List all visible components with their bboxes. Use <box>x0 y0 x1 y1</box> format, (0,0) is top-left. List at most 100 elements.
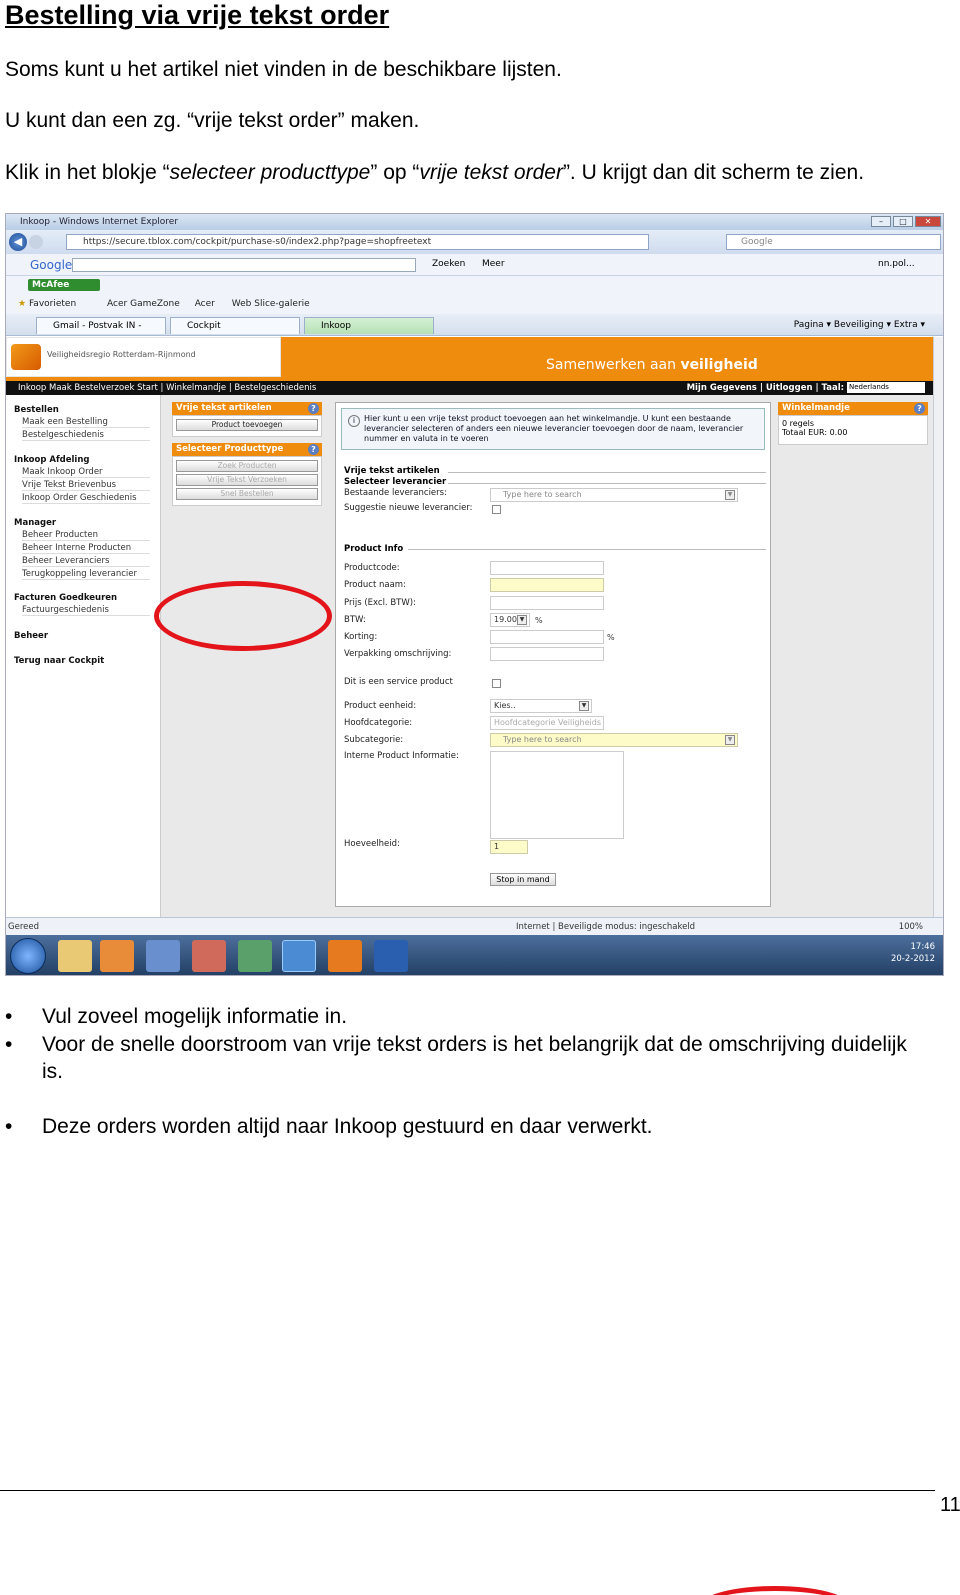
clock-date: 20-2-2012 <box>891 954 935 964</box>
subcategorie-search-placeholder: Type here to search <box>503 735 582 744</box>
ie-search-box[interactable]: Google <box>726 234 941 250</box>
meer-button[interactable]: Meer <box>482 259 505 269</box>
mcafee-button[interactable]: McAfee <box>28 279 100 291</box>
logo-mark <box>11 344 41 370</box>
menu-item[interactable]: Terugkoppeling leverancier <box>22 569 150 580</box>
start-button-icon[interactable] <box>10 938 46 974</box>
cart-totaal: Totaal EUR: 0.00 <box>782 428 848 437</box>
menu-head-beheer[interactable]: Beheer <box>14 631 48 641</box>
help-icon[interactable]: ? <box>914 403 925 414</box>
paint-icon[interactable] <box>192 940 226 972</box>
prijs-input[interactable] <box>490 596 604 610</box>
intro-line-3-d: vrije tekst order <box>419 161 563 184</box>
chevron-down-icon[interactable]: ▼ <box>579 701 589 711</box>
leverancier-search[interactable]: Type here to search ▼ <box>490 488 738 502</box>
menu-head-manager[interactable]: Manager <box>14 518 56 528</box>
btw-percent: % <box>535 616 543 625</box>
star-icon: ★ <box>18 299 27 309</box>
verpakking-input[interactable] <box>490 647 604 661</box>
menu-item[interactable]: Beheer Producten <box>22 530 150 541</box>
address-row: ◀ https://secure.tblox.com/cockpit/purch… <box>6 230 943 254</box>
google-search-input[interactable] <box>72 258 416 272</box>
fav-item-2[interactable]: Acer <box>195 299 215 309</box>
productcode-input[interactable] <box>490 561 604 575</box>
firefox-icon[interactable] <box>328 940 362 972</box>
forward-icon[interactable] <box>29 235 43 249</box>
close-icon[interactable]: ✕ <box>915 216 941 227</box>
menu-item[interactable]: Beheer Interne Producten <box>22 543 150 554</box>
back-icon[interactable]: ◀ <box>9 233 27 251</box>
stop-in-mand-button[interactable]: Stop in mand <box>490 873 556 886</box>
vrije-tekst-verzoeken-button[interactable]: Vrije Tekst Verzoeken <box>176 474 318 486</box>
btw-select[interactable]: 19.00 ▼ <box>490 613 530 627</box>
maximize-icon[interactable]: □ <box>893 216 913 227</box>
hoeveelheid-input[interactable]: 1 <box>490 840 528 854</box>
status-text: Gereed <box>8 922 39 932</box>
breadcrumb[interactable]: Inkoop Maak Bestelverzoek Start | Winkel… <box>18 381 316 395</box>
section-product-info: Product Info <box>344 544 404 554</box>
slogan-pre: Samenwerken aan <box>546 357 681 373</box>
menu-item[interactable]: Factuurgeschiedenis <box>22 605 150 616</box>
command-bar[interactable]: Pagina ▾ Beveiliging ▾ Extra ▾ <box>794 317 925 334</box>
divider <box>408 549 766 550</box>
subcategorie-search[interactable]: Type here to search ▼ <box>490 733 738 747</box>
suggestie-checkbox[interactable] <box>492 505 501 514</box>
menu-item[interactable]: Bestelgeschiedenis <box>22 430 150 441</box>
tab-gmail[interactable]: Gmail - Postvak IN - nn.po... <box>36 317 166 348</box>
internet-explorer-icon[interactable] <box>282 940 316 972</box>
network-icon[interactable] <box>238 940 272 972</box>
menu-item[interactable]: Beheer Leveranciers <box>22 556 150 567</box>
zoom-level[interactable]: 100% <box>899 918 923 936</box>
snel-bestellen-button[interactable]: Snel Bestellen <box>176 488 318 500</box>
help-icon[interactable]: ? <box>308 403 319 414</box>
section-leverancier: Selecteer leverancier <box>344 477 447 487</box>
explorer-icon[interactable] <box>58 940 92 972</box>
product-toevoegen-button[interactable]: Product toevoegen <box>176 419 318 431</box>
menu-item[interactable]: Vrije Tekst Brievenbus <box>22 480 150 491</box>
label-hoeveelheid: Hoeveelheid: <box>344 839 400 849</box>
menu-item[interactable]: Maak een Bestelling <box>22 417 150 428</box>
menu-head-bestellen[interactable]: Bestellen <box>14 405 59 415</box>
menu-item[interactable]: Inkoop Order Geschiedenis <box>22 493 150 504</box>
interne-info-textarea[interactable] <box>490 751 624 839</box>
menu-head-inkoop[interactable]: Inkoop Afdeling <box>14 455 89 465</box>
menu-head-cockpit[interactable]: Terug naar Cockpit <box>14 656 104 666</box>
korting-input[interactable] <box>490 630 604 644</box>
chevron-down-icon[interactable]: ▼ <box>725 735 735 745</box>
menu-item[interactable]: Maak Inkoop Order <box>22 467 150 478</box>
address-bar[interactable]: https://secure.tblox.com/cockpit/purchas… <box>66 234 649 250</box>
label-productnaam: Product naam: <box>344 580 406 590</box>
fav-item-3[interactable]: Web Slice-galerie <box>232 299 310 309</box>
form-panel: i Hier kunt u een vrije tekst product to… <box>335 402 771 907</box>
label-interne-info: Interne Product Informatie: <box>344 751 459 761</box>
slogan-bold: veiligheid <box>680 357 758 373</box>
hoofdcategorie-input[interactable]: Hoofdcategorie Veiligheids <box>490 716 604 730</box>
media-player-icon[interactable] <box>100 940 134 972</box>
minimize-icon[interactable]: – <box>871 216 891 227</box>
leverancier-search-placeholder: Type here to search <box>503 490 582 499</box>
box-vrije-tekst-body: Product toevoegen <box>172 415 322 437</box>
fav-item-1[interactable]: Acer GameZone <box>107 299 180 309</box>
word-icon[interactable] <box>374 940 408 972</box>
messenger-icon[interactable] <box>146 940 180 972</box>
productnaam-input[interactable] <box>490 578 604 592</box>
eenheid-select[interactable]: Kies.. ▼ <box>490 699 592 713</box>
chevron-down-icon[interactable]: ▼ <box>517 615 527 625</box>
menu-head-facturen[interactable]: Facturen Goedkeuren <box>14 593 117 603</box>
tab-cockpit[interactable]: Cockpit <box>170 317 300 334</box>
help-icon[interactable]: ? <box>308 444 319 455</box>
info-message: i Hier kunt u een vrije tekst product to… <box>341 408 765 450</box>
label-suggestie: Suggestie nieuwe leverancier: <box>344 503 473 513</box>
favorites-button[interactable]: Favorieten <box>29 299 76 309</box>
bullet-text: Voor de snelle doorstroom van vrije teks… <box>42 1033 907 1083</box>
zoek-producten-button[interactable]: Zoek Producten <box>176 460 318 472</box>
language-select[interactable]: Nederlands <box>847 382 925 393</box>
account-links-text[interactable]: Mijn Gegevens | Uitloggen | Taal: <box>687 383 844 393</box>
chevron-down-icon[interactable]: ▼ <box>725 490 735 500</box>
user-menu[interactable]: nn.pol... <box>878 259 915 269</box>
security-zone: Internet | Beveiligde modus: ingeschakel… <box>516 922 696 932</box>
zoeken-button[interactable]: Zoeken <box>432 259 465 269</box>
page-scrollbar[interactable] <box>933 337 943 917</box>
tab-inkoop[interactable]: Inkoop <box>304 317 434 334</box>
service-checkbox[interactable] <box>492 679 501 688</box>
